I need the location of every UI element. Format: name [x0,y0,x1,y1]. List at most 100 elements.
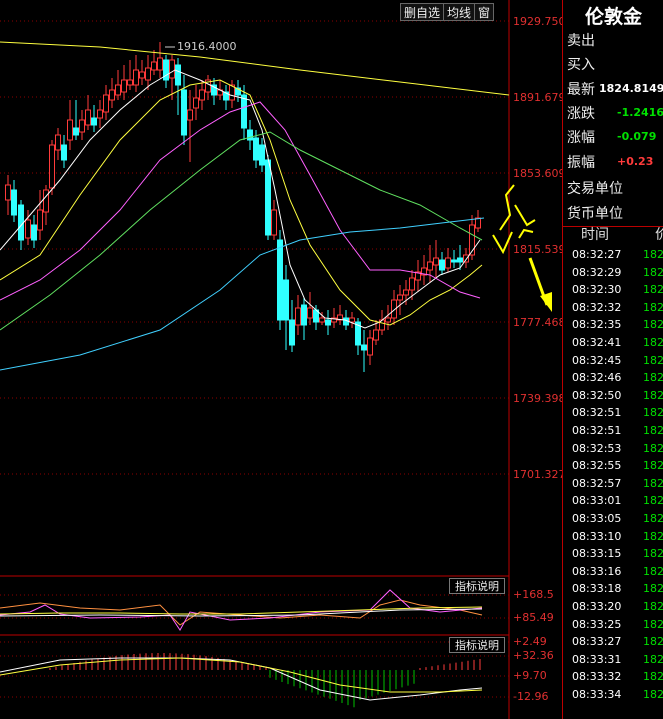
candle-body [85,109,91,126]
tick-price: 182 [643,652,663,666]
price-tick-label: 1891.679 [513,91,566,104]
tick-time: 08:32:57 [572,476,622,490]
tick-time: 08:33:01 [572,494,622,508]
candle-body [445,257,451,269]
candle-body [151,61,157,71]
tick-time: 08:32:51 [572,406,622,420]
candle-body [283,279,289,321]
candle-body [361,344,367,351]
annotation-arrow [514,204,536,227]
candle-body [247,129,253,141]
candle-body [475,217,481,229]
tick-price: 182 [643,582,663,596]
candle-body [409,277,415,291]
annotation-arrow [499,184,515,231]
candle-body [403,289,409,296]
candle-body [61,144,67,161]
quote-label: 货币单位 [567,206,623,222]
indicator1-tick-label: +85.49 [513,611,554,624]
indicator1-info-button[interactable]: 指标说明 [449,578,505,594]
tick-row: 08:33:20 182 [563,599,663,615]
candle-body [145,67,151,81]
tick-time: 08:32:27 [572,248,622,261]
candle-body [31,224,37,241]
candle-body [133,69,139,86]
tick-time: 08:33:27 [572,635,622,649]
tick-price: 182 [643,617,663,631]
tick-time: 08:32:50 [572,388,622,402]
candle-body [43,189,49,213]
tick-header-price: 价 [655,227,663,243]
indicator2-tick-label: +32.36 [513,649,554,662]
tick-price: 182 [643,512,663,525]
candle-body [25,219,31,239]
candle-body [289,319,295,346]
quote-label: 交易单位 [567,181,623,197]
candle-body [277,239,283,321]
tick-row: 08:32:41 182 [563,335,663,351]
moving-average-button[interactable]: 均线 [443,3,476,21]
tick-price: 182 [643,459,663,473]
tick-price: 182 [643,248,663,261]
tick-price: 182 [643,670,663,684]
trend-line-yellow [0,41,510,96]
quote-value: +0.23 [617,155,654,168]
quote-label: 涨幅 [567,130,595,146]
tick-time: 08:33:25 [572,617,622,631]
candle-body [295,307,301,326]
candle-body [109,89,115,101]
candle-body [103,94,109,113]
quote-label: 卖出 [567,33,595,49]
candle-body [37,209,43,231]
high-annotation: 1916.4000 [177,40,237,53]
tick-time: 08:33:05 [572,512,622,525]
candle-body [319,317,325,323]
candle-body [397,294,403,301]
tick-row: 08:32:51 182 [563,405,663,421]
tick-price: 182 [643,564,663,578]
tick-price: 182 [643,371,663,385]
candle-body [451,259,457,263]
tick-time: 08:33:15 [572,547,622,561]
indicator2-tick-label: -12.96 [513,690,549,703]
candle-body [97,109,103,119]
tick-time: 08:32:32 [572,300,622,314]
tick-price: 182 [643,476,663,490]
candle-body [157,57,163,71]
indicator1-tick-label: +2.49 [513,635,547,648]
quote-label: 买入 [567,57,595,73]
macd-dea-line [0,657,483,693]
ma30-line [0,131,483,331]
tick-time: 08:32:51 [572,424,622,437]
window-button[interactable]: 窗 [474,3,495,21]
remove-watchlist-button[interactable]: 删自选 [400,3,445,21]
tick-row: 08:32:27 182 [563,247,663,263]
indicator1-line [0,599,483,626]
tick-price: 182 [643,441,663,455]
indicator1-line [0,606,483,615]
tick-row: 08:32:35 182 [563,317,663,333]
candle-body [187,109,193,121]
tick-time: 08:32:35 [572,318,622,332]
tick-price: 182 [643,547,663,561]
price-tick-label: 1929.750 [513,15,566,28]
quote-panel: 伦敦金 卖出 买入 最新 1824.8149 涨跌 -1.2416 涨幅 -0.079 振幅 +0… [562,0,663,719]
tick-price: 182 [643,283,663,297]
candle-body [11,189,17,216]
tick-row: 08:32:46 182 [563,370,663,386]
candle-body [439,259,445,271]
indicator2-info-button[interactable]: 指标说明 [449,637,505,653]
kline-chart[interactable]: 1916.4000 [0,0,562,719]
tick-time: 08:33:16 [572,564,622,578]
candle-body [121,79,127,93]
tick-row: 08:33:32 182 [563,669,663,685]
tick-price: 182 [643,424,663,437]
candle-body [241,94,247,129]
candle-body [79,119,85,133]
tick-time: 08:32:53 [572,441,622,455]
tick-row: 08:33:15 182 [563,546,663,562]
candle-body [349,317,355,323]
candle-body [55,134,61,151]
candle-body [457,257,463,263]
tick-header: 时间 价 [563,227,663,245]
